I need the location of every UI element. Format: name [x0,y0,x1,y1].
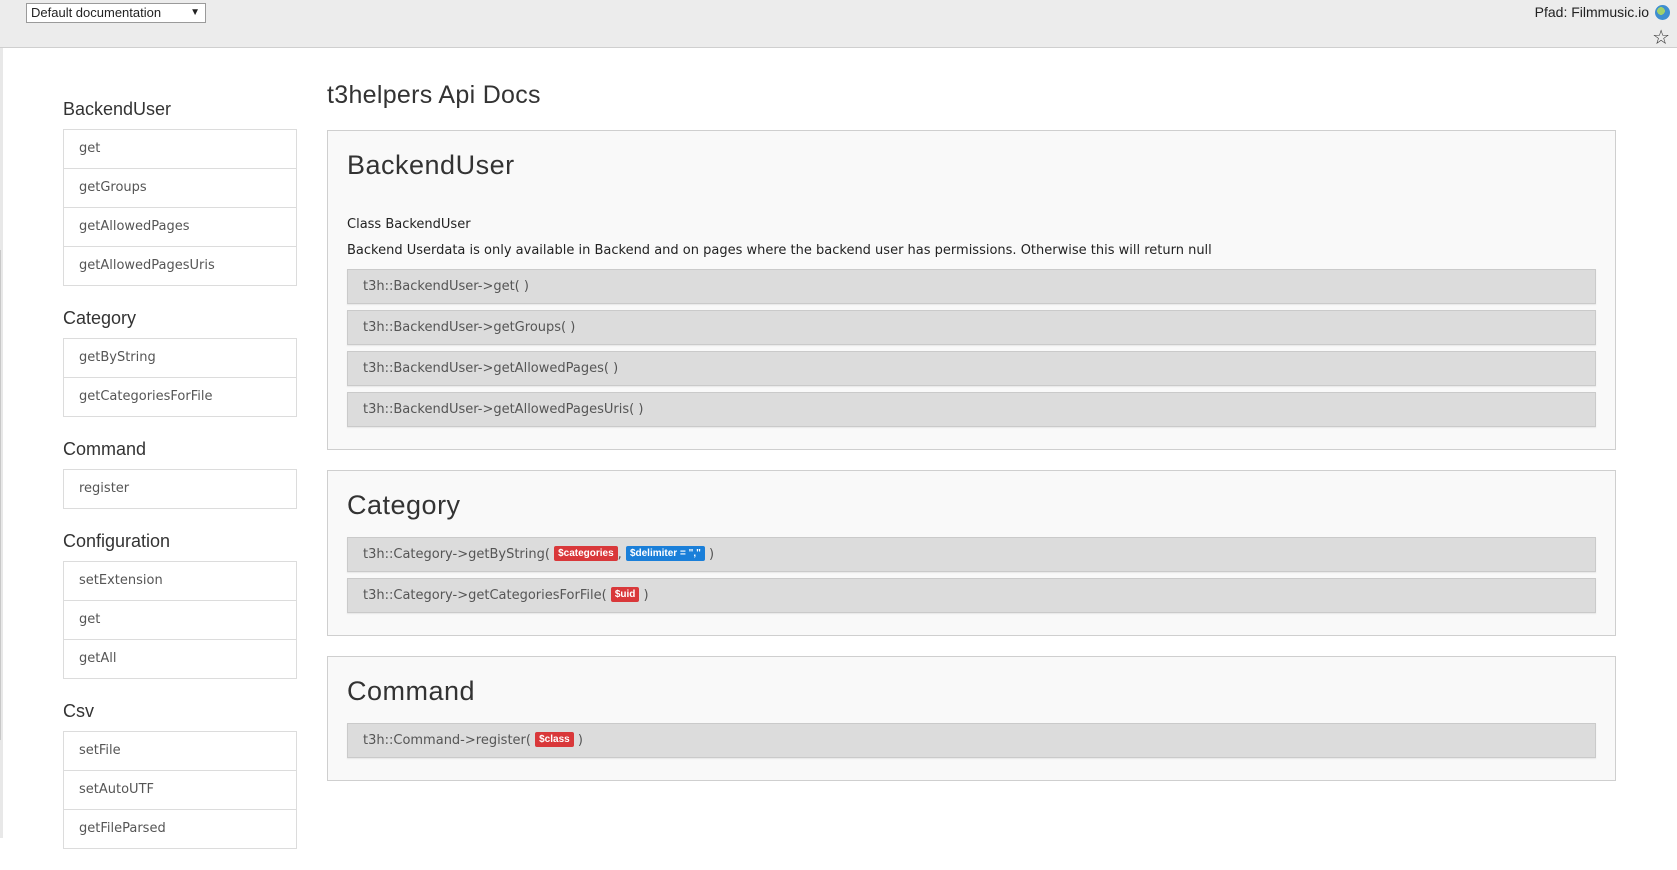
api-panels: BackendUser Class BackendUser Backend User… [327,130,1616,781]
sidebar-item[interactable]: getByString [64,339,296,377]
sidebar-group-title: Csv [63,701,94,721]
param-badge: $categories [554,546,618,561]
sidebar-list: getByString getCategoriesForFile [63,338,297,417]
sidebar-nav: BackendUser get getGroups getAllowedPages ge… [63,98,297,870]
param-badge: $uid [610,587,640,602]
star-icon[interactable]: ☆ [1652,27,1670,47]
sidebar-item[interactable]: getFileParsed [64,809,296,848]
method-call: t3h::Command->register( [363,733,531,748]
method-list: t3h::Command->register( $class ) [347,723,1596,758]
sidebar-group-title: Command [63,439,147,459]
main-content: t3helpers Api Docs BackendUser Class Back… [327,76,1616,801]
param-separator: , [617,547,626,562]
documentation-select-value: Default documentation [31,5,162,20]
param-badge: $delimiter = "," [625,546,705,561]
param-badge: $class [535,732,574,747]
top-toolbar: Default documentation ▼ Pfad: Filmmusic.… [0,0,1677,48]
method-row[interactable]: t3h::Command->register( $class ) [347,723,1596,758]
api-panel: BackendUser Class BackendUser Backend User… [327,130,1616,450]
sidebar-item[interactable]: setAutoUTF [64,770,296,809]
method-close: ) [638,402,644,417]
method-row[interactable]: t3h::BackendUser->getAllowedPagesUris( ) [347,392,1596,427]
sidebar-item[interactable]: getCategoriesForFile [64,377,296,416]
page-title: t3helpers Api Docs [327,81,541,109]
method-call: t3h::Category->getByString( [363,547,550,562]
sidebar-item[interactable]: getGroups [64,168,296,207]
path-label: Pfad: Filmmusic.io [1534,4,1649,20]
sidebar-item[interactable]: getAll [64,639,296,678]
sidebar-item[interactable]: register [64,470,296,508]
method-list: t3h::Category->getByString( $categories,… [347,537,1596,613]
sidebar-item[interactable]: setExtension [64,562,296,600]
class-name: Class BackendUser [347,217,471,232]
method-row[interactable]: t3h::BackendUser->getGroups( ) [347,310,1596,345]
method-close: ) [708,547,715,562]
sidebar-list: setExtension get getAll [63,561,297,679]
sidebar-item[interactable]: setFile [64,732,296,770]
method-call: t3h::BackendUser->getAllowedPages( [363,361,609,376]
sidebar-item[interactable]: get [64,600,296,639]
sidebar-list: setFile setAutoUTF getFileParsed [63,731,297,849]
api-panel: Categoryt3h::Category->getByString( $cat… [327,470,1616,636]
method-close: ) [570,320,576,335]
sidebar-group-title: Category [63,308,137,328]
documentation-select[interactable]: Default documentation ▼ [26,3,206,23]
sidebar-group-title: BackendUser [63,99,172,119]
globe-icon[interactable] [1655,5,1670,20]
method-call: t3h::Category->getCategoriesForFile( [363,588,607,603]
sidebar-item[interactable]: getAllowedPagesUris [64,246,296,285]
dropdown-arrow-icon: ▼ [190,7,200,18]
panel-title: Command [347,676,476,706]
method-close: ) [643,588,649,603]
panel-title: BackendUser [347,150,515,180]
api-panel: Commandt3h::Command->register( $class ) [327,656,1616,781]
method-row[interactable]: t3h::Category->getCategoriesForFile( $ui… [347,578,1596,613]
method-close: ) [523,279,529,294]
method-row[interactable]: t3h::Category->getByString( $categories,… [347,537,1596,572]
sidebar-list: get getGroups getAllowedPages getAllowedPag… [63,129,297,286]
method-call: t3h::BackendUser->getAllowedPagesUris( [363,402,635,417]
sidebar-item[interactable]: get [64,130,296,168]
method-call: t3h::BackendUser->getGroups( [363,320,567,335]
panel-title: Category [347,490,461,520]
method-close: ) [577,733,583,748]
method-close: ) [613,361,619,376]
sidebar-list: register [63,469,297,509]
method-row[interactable]: t3h::BackendUser->get( ) [347,269,1596,304]
method-call: t3h::BackendUser->get( [363,279,520,294]
sidebar-item[interactable]: getAllowedPages [64,207,296,246]
sidebar-group-title: Configuration [63,531,171,551]
left-edge-line [0,250,1,740]
method-list: t3h::BackendUser->get( ) t3h::BackendUser… [347,269,1596,427]
class-description: Backend Userdata is only available in Ba… [347,243,1212,258]
method-row[interactable]: t3h::BackendUser->getAllowedPages( ) [347,351,1596,386]
